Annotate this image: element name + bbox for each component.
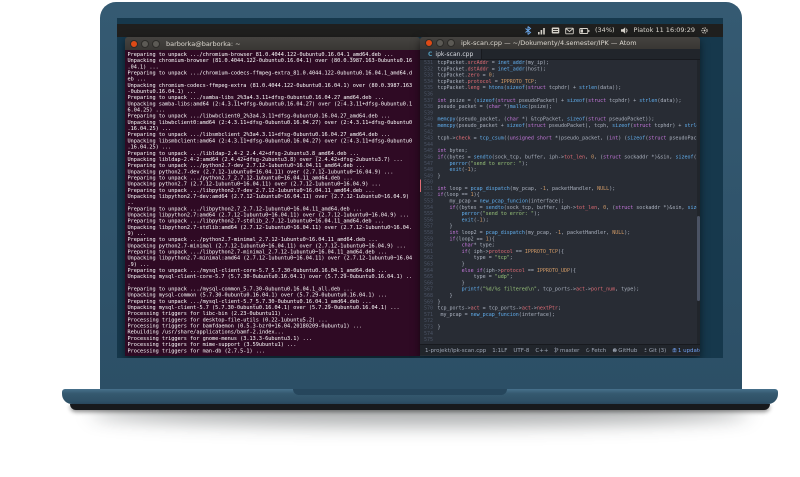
terminal-close-button[interactable]	[130, 39, 138, 48]
editor-scrollbar-thumb[interactable]	[697, 216, 700, 302]
mail-icon[interactable]	[565, 27, 574, 35]
terminal-maximize-button[interactable]	[152, 39, 160, 48]
laptop-base	[62, 389, 778, 404]
battery-percentage[interactable]: (34%)	[595, 24, 615, 37]
cpp-file-icon: C	[428, 50, 433, 58]
status-fetch[interactable]: Fetch	[585, 346, 607, 354]
code-editor[interactable]: 531 tcpPacket.srcAddr = inet_addr(my_ip);…	[420, 60, 700, 344]
battery-icon[interactable]	[579, 27, 590, 35]
status-github[interactable]: GitHub	[612, 346, 638, 354]
status-grammar[interactable]: C++	[535, 347, 548, 354]
status-cursor-position[interactable]: 1:1	[492, 347, 501, 354]
status-file-path[interactable]: 1-projekt/ipk-scan.cpp	[425, 347, 486, 354]
status-encoding[interactable]: UTF-8	[513, 347, 529, 354]
session-gear-icon[interactable]	[700, 26, 709, 35]
git-changes-label: Git (3)	[648, 346, 667, 354]
laptop-lid-notch	[293, 389, 507, 395]
atom-status-bar: 1-projekt/ipk-scan.cpp 1:1 LF UTF-8 C++ …	[420, 344, 700, 355]
top-panel: (34%) Piatok 11 16:09:29	[117, 24, 723, 37]
terminal-output[interactable]: Preparing to unpack .../chromium-browser…	[125, 50, 420, 356]
terminal-title: barborka@barborka: ~	[166, 39, 241, 48]
branch-name: master	[559, 346, 580, 354]
laptop-screen: (34%) Piatok 11 16:09:29 barborka@barbor…	[117, 18, 723, 358]
line-number: 575	[423, 337, 433, 343]
network-signal-icon[interactable]	[537, 26, 546, 35]
bluetooth-icon[interactable]	[524, 26, 532, 35]
tab-ipk-scan-cpp[interactable]: C ipk-scan.cpp	[420, 49, 483, 59]
github-icon	[612, 348, 617, 353]
update-label: 1 update	[677, 346, 700, 354]
package-icon	[672, 347, 677, 353]
status-line-ending[interactable]: LF	[501, 347, 507, 354]
panel-clock[interactable]: Piatok 11 16:09:29	[634, 24, 695, 37]
diff-icon	[643, 348, 647, 353]
page-background: (34%) Piatok 11 16:09:29 barborka@barbor…	[0, 0, 800, 477]
terminal-titlebar[interactable]: barborka@barborka: ~	[125, 37, 420, 50]
atom-minimize-button[interactable]	[436, 39, 444, 47]
branch-icon	[554, 347, 559, 353]
atom-maximize-button[interactable]	[447, 39, 455, 47]
laptop-lid: (34%) Piatok 11 16:09:29 barborka@barbor…	[100, 2, 742, 390]
status-git-changes[interactable]: Git (3)	[643, 346, 667, 354]
tab-label: ipk-scan.cpp	[435, 50, 474, 58]
atom-title: ipk-scan.cpp — ~/Dokumenty/4.semester/IP…	[461, 39, 637, 47]
status-update-badge[interactable]: 1 update	[672, 346, 700, 354]
laptop-base-edge	[70, 404, 770, 410]
atom-titlebar[interactable]: ipk-scan.cpp — ~/Dokumenty/4.semester/IP…	[420, 37, 700, 49]
terminal-minimize-button[interactable]	[141, 39, 149, 48]
status-git-branch[interactable]: master	[554, 346, 580, 354]
fetch-label: Fetch	[591, 346, 607, 354]
editor-scrollbar[interactable]	[697, 60, 700, 344]
github-label: GitHub	[618, 346, 638, 354]
sync-icon	[585, 347, 590, 353]
atom-window: ipk-scan.cpp — ~/Dokumenty/4.semester/IP…	[420, 37, 700, 356]
code-line[interactable]: 575	[420, 337, 700, 343]
terminal-text: Preparing to unpack .../chromium-browser…	[127, 51, 413, 354]
keyboard-layout-icon[interactable]	[551, 26, 560, 35]
atom-tab-bar: C ipk-scan.cpp	[420, 49, 700, 60]
volume-icon[interactable]	[620, 26, 629, 35]
terminal-window: barborka@barborka: ~ Preparing to unpack…	[125, 37, 420, 356]
atom-close-button[interactable]	[425, 39, 433, 47]
